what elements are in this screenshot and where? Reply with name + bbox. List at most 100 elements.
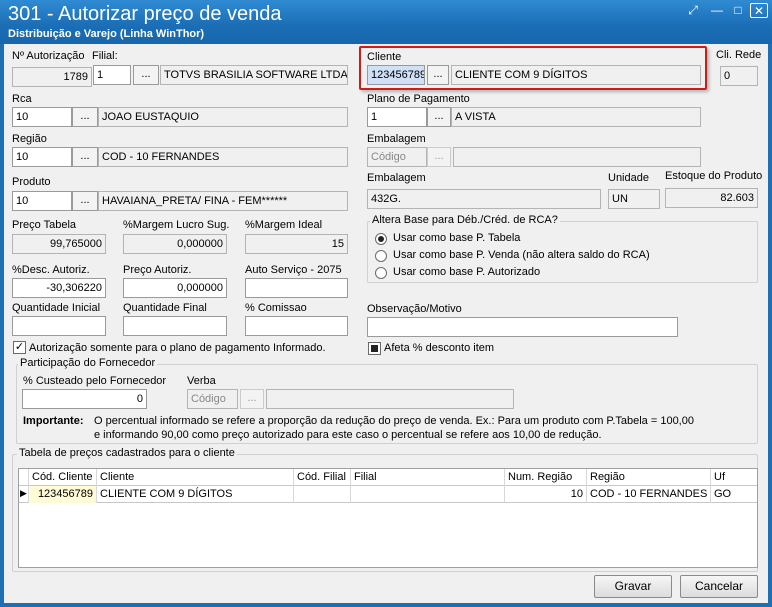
num-autorizacao-label: Nº Autorização — [12, 50, 85, 62]
preco-autoriz-input[interactable]: 0,000000 — [123, 278, 227, 298]
estoque-field: 82.603 — [665, 188, 758, 208]
unidade-label: Unidade — [608, 172, 649, 184]
rca-name-field: JOAO EUSTAQUIO — [98, 107, 348, 127]
window-subtitle: Distribuição e Varejo (Linha WinThor) — [8, 28, 205, 40]
cell-num-regiao[interactable]: 10 — [505, 486, 587, 503]
altera-base-title: Altera Base para Déb./Créd. de RCA? — [370, 214, 560, 226]
importante-line-2: e informando 90,00 como preço autorizado… — [94, 429, 602, 441]
grid-header: Cód. Cliente Cliente Cód. Filial Filial … — [19, 469, 757, 486]
estoque-label: Estoque do Produto — [665, 170, 763, 182]
table-row[interactable]: ▶ 123456789 CLIENTE COM 9 DÍGITOS 10 COD… — [19, 486, 757, 503]
embalagem-label: Embalagem — [367, 172, 426, 184]
auto-servico-input[interactable] — [245, 278, 348, 298]
verba-name-field — [266, 389, 514, 409]
verba-search-button[interactable]: ... — [240, 389, 264, 409]
custeado-label: % Custeado pelo Fornecedor — [23, 375, 167, 387]
cliente-highlight-frame — [359, 46, 707, 90]
radio-base-tabela[interactable] — [375, 233, 387, 245]
regiao-name-field: COD - 10 FERNANDES — [98, 147, 348, 167]
cell-cod-filial[interactable] — [294, 486, 351, 503]
radio-base-venda-label[interactable]: Usar como base P. Venda (não altera sald… — [393, 249, 650, 261]
autorizacao-plano-label[interactable]: Autorização somente para o plano de paga… — [29, 342, 326, 354]
unidade-field: UN — [608, 189, 660, 209]
observacao-input[interactable] — [367, 317, 678, 337]
preco-tabela-field: 99,765000 — [12, 234, 106, 254]
plano-label: Plano de Pagamento — [367, 93, 470, 105]
radio-base-autorizado[interactable] — [375, 267, 387, 279]
cancelar-button[interactable]: Cancelar — [680, 575, 758, 598]
quantidade-inicial-label: Quantidade Inicial — [12, 302, 101, 314]
col-cod-cliente[interactable]: Cód. Cliente — [29, 469, 97, 486]
cell-regiao[interactable]: COD - 10 FERNANDES — [587, 486, 711, 503]
maximize-icon[interactable]: □ — [729, 3, 747, 18]
comissao-input[interactable] — [245, 316, 348, 336]
margem-lucro-field: 0,000000 — [123, 234, 227, 254]
filial-code-input[interactable]: 1 — [93, 65, 131, 85]
embalagem-code-input[interactable]: Código — [367, 147, 427, 167]
quantidade-inicial-input[interactable] — [12, 316, 106, 336]
col-num-regiao[interactable]: Num. Região — [505, 469, 587, 486]
radio-base-autorizado-label[interactable]: Usar como base P. Autorizado — [393, 266, 540, 278]
custeado-input[interactable]: 0 — [22, 389, 147, 409]
minimize-icon[interactable]: ― — [708, 3, 726, 18]
grid-header-indicator — [19, 469, 29, 486]
plano-code-input[interactable]: 1 — [367, 107, 427, 127]
cli-rede-field: 0 — [720, 66, 758, 86]
num-autorizacao-field: 1789 — [12, 67, 92, 87]
margem-lucro-label: %Margem Lucro Sug. — [123, 219, 230, 231]
col-cliente[interactable]: Cliente — [97, 469, 294, 486]
margem-ideal-label: %Margem Ideal — [245, 219, 323, 231]
fornecedor-title: Participação do Fornecedor — [18, 357, 158, 369]
quantidade-final-label: Quantidade Final — [123, 302, 207, 314]
gravar-button[interactable]: Gravar — [594, 575, 672, 598]
produto-code-input[interactable]: 10 — [12, 191, 72, 211]
rca-code-input[interactable]: 10 — [12, 107, 72, 127]
cell-cliente[interactable]: CLIENTE COM 9 DÍGITOS — [97, 486, 294, 503]
form-area: Nº Autorização 1789 Filial: 1 ... TOTVS … — [4, 44, 768, 603]
quantidade-final-input[interactable] — [123, 316, 227, 336]
radio-base-tabela-label[interactable]: Usar como base P. Tabela — [393, 232, 520, 244]
auto-servico-label: Auto Serviço - 2075 — [245, 264, 342, 276]
filial-name-field: TOTVS BRASILIA SOFTWARE LTDA — [160, 65, 348, 85]
cell-cod-cliente[interactable]: 123456789 — [29, 486, 97, 503]
autorizacao-plano-checkbox[interactable]: ✓ — [13, 341, 26, 354]
col-uf[interactable]: Uf — [711, 469, 757, 486]
preco-tabela-label: Preço Tabela — [12, 219, 77, 231]
verba-code-input[interactable]: Código — [187, 389, 238, 409]
produto-label: Produto — [12, 176, 51, 188]
tabela-precos-title: Tabela de preços cadastrados para o clie… — [17, 447, 237, 459]
embalagem-top-label: Embalagem — [367, 133, 426, 145]
rca-label: Rca — [12, 93, 32, 105]
desc-autoriz-input[interactable]: -30,306220 — [12, 278, 106, 298]
filial-label: Filial: — [92, 50, 118, 62]
produto-name-field: HAVAIANA_PRETA/ FINA - FEM****** — [98, 191, 348, 211]
regiao-search-button[interactable]: ... — [72, 147, 98, 167]
col-regiao[interactable]: Região — [587, 469, 711, 486]
importante-label: Importante: — [23, 415, 84, 427]
cell-uf[interactable]: GO — [711, 486, 757, 503]
verba-label: Verba — [187, 375, 216, 387]
afeta-desconto-label[interactable]: Afeta % desconto item — [384, 342, 494, 354]
title-bar: 301 - Autorizar preço de venda Distribui… — [0, 0, 772, 44]
cli-rede-label: Cli. Rede — [716, 49, 762, 61]
resize-icon[interactable]: ⤢ — [684, 3, 702, 18]
plano-search-button[interactable]: ... — [427, 107, 451, 127]
rca-search-button[interactable]: ... — [72, 107, 98, 127]
regiao-code-input[interactable]: 10 — [12, 147, 72, 167]
embalagem-name-field — [453, 147, 701, 167]
radio-base-venda[interactable] — [375, 250, 387, 262]
col-filial[interactable]: Filial — [351, 469, 505, 486]
afeta-desconto-checkbox[interactable] — [368, 342, 381, 355]
desc-autoriz-label: %Desc. Autoriz. — [12, 264, 90, 276]
filial-search-button[interactable]: ... — [133, 65, 159, 85]
comissao-label: % Comissao — [245, 302, 307, 314]
embalagem-field: 432G. — [367, 189, 601, 209]
margem-ideal-field: 15 — [245, 234, 348, 254]
col-cod-filial[interactable]: Cód. Filial — [294, 469, 351, 486]
cell-filial[interactable] — [351, 486, 505, 503]
tabela-precos-grid[interactable]: Cód. Cliente Cliente Cód. Filial Filial … — [18, 468, 758, 568]
produto-search-button[interactable]: ... — [72, 191, 98, 211]
regiao-label: Região — [12, 133, 47, 145]
embalagem-search-button[interactable]: ... — [427, 147, 451, 167]
close-icon[interactable]: ✕ — [750, 3, 768, 18]
